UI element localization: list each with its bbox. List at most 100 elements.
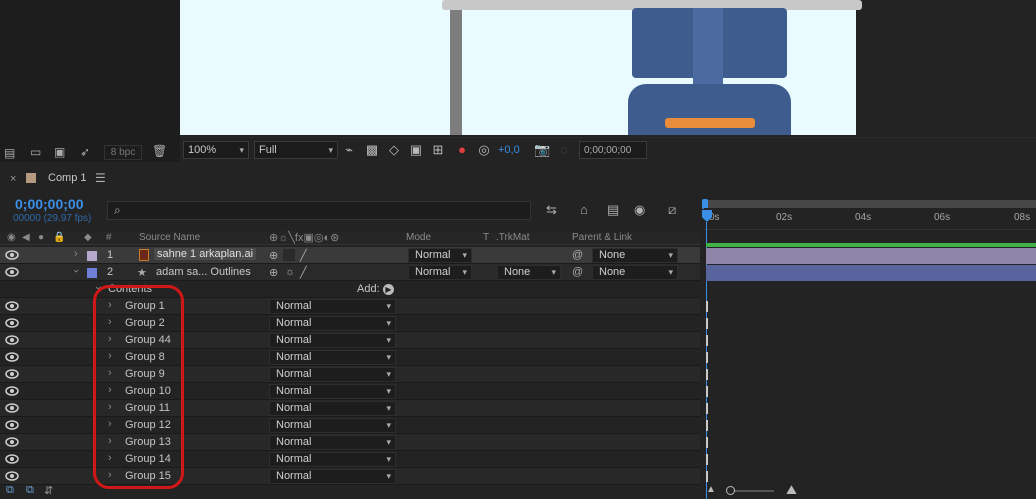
in-out-toggle-icon[interactable]: ⇵ bbox=[44, 484, 53, 497]
layer-1-duration-bar[interactable] bbox=[706, 248, 1036, 264]
zoom-dropdown[interactable]: 100% ▾ bbox=[183, 141, 249, 159]
render-queue-icon[interactable]: ➶ bbox=[80, 145, 90, 159]
eye-icon[interactable] bbox=[5, 250, 19, 260]
lock-switch-icon[interactable]: 🔒 bbox=[53, 232, 65, 243]
in-point-marker[interactable] bbox=[706, 420, 708, 431]
group-blend-mode-dropdown[interactable]: Normal ▾ bbox=[269, 452, 396, 467]
shy-layers-icon[interactable]: ⌂ bbox=[580, 202, 588, 217]
new-folder-icon[interactable]: ▭ bbox=[30, 145, 41, 159]
add-play-icon[interactable]: ▶ bbox=[383, 284, 394, 295]
group-blend-mode-dropdown[interactable]: Normal ▾ bbox=[269, 435, 396, 450]
bpc-button[interactable]: 8 bpc bbox=[104, 145, 142, 160]
transfer-controls-toggle-icon[interactable]: ⧉ bbox=[26, 484, 34, 497]
in-point-marker[interactable] bbox=[706, 335, 708, 346]
continuous-raster-icon[interactable]: ☼ bbox=[285, 266, 295, 278]
current-time-display[interactable]: 0;00;00;00 bbox=[579, 141, 647, 159]
zoom-in-icon[interactable]: ⛰ bbox=[786, 482, 797, 498]
header-source-name[interactable]: Source Name bbox=[139, 232, 200, 243]
group-blend-mode-dropdown[interactable]: Normal ▾ bbox=[269, 384, 396, 399]
layer-2-duration-bar[interactable] bbox=[706, 265, 1036, 281]
show-snapshot-icon[interactable]: ◌ bbox=[556, 142, 572, 158]
graph-editor-icon[interactable]: ⧄ bbox=[668, 202, 676, 218]
fast-preview-icon[interactable]: ⌁ bbox=[341, 142, 357, 158]
group-blend-mode-dropdown[interactable]: Normal ▾ bbox=[269, 316, 396, 331]
collapse-switch-icon[interactable]: ⊕ bbox=[269, 249, 278, 262]
in-point-marker[interactable] bbox=[706, 471, 708, 482]
mask-path-icon[interactable]: ◇ bbox=[386, 142, 402, 158]
tab-comp-1[interactable]: Comp 1 bbox=[48, 172, 87, 184]
layer-name[interactable]: adam sa... Outlines bbox=[156, 266, 251, 278]
eye-icon[interactable] bbox=[5, 335, 19, 345]
parent-dropdown[interactable]: None ▾ bbox=[592, 265, 678, 280]
in-point-marker[interactable] bbox=[706, 386, 708, 397]
in-point-marker[interactable] bbox=[706, 318, 708, 329]
layer-row-2[interactable]: › 2 ★ adam sa... Outlines ⊕ ☼ ╱ Normal ▾ … bbox=[0, 264, 700, 281]
layer-name[interactable]: sahne 1 arkaplan.ai bbox=[154, 248, 257, 260]
group-blend-mode-dropdown[interactable]: Normal ▾ bbox=[269, 350, 396, 365]
collapse-switch-icon[interactable]: ⊕ bbox=[269, 266, 278, 279]
eye-icon[interactable] bbox=[5, 403, 19, 413]
blend-mode-dropdown[interactable]: Normal ▾ bbox=[408, 265, 472, 280]
eye-icon[interactable] bbox=[5, 318, 19, 328]
in-point-marker[interactable] bbox=[706, 454, 708, 465]
eye-icon[interactable] bbox=[5, 352, 19, 362]
chevron-down-icon[interactable]: › bbox=[70, 269, 82, 273]
resolution-dropdown[interactable]: Full ▾ bbox=[254, 141, 338, 159]
eye-icon[interactable] bbox=[5, 454, 19, 464]
label-color-swatch[interactable] bbox=[87, 268, 97, 278]
eye-icon[interactable] bbox=[5, 420, 19, 430]
work-area-bar[interactable] bbox=[704, 200, 1036, 208]
solo-switch-icon[interactable]: ● bbox=[38, 232, 44, 243]
label-color-swatch[interactable] bbox=[87, 251, 97, 261]
eye-icon[interactable] bbox=[5, 471, 19, 481]
close-icon[interactable]: × bbox=[10, 173, 16, 185]
zoom-slider-handle[interactable] bbox=[726, 486, 735, 495]
group-blend-mode-dropdown[interactable]: Normal ▾ bbox=[269, 333, 396, 348]
video-switch-icon[interactable]: ◉ bbox=[7, 232, 16, 243]
transparency-grid-icon[interactable]: ▩ bbox=[364, 142, 380, 158]
interpret-footage-icon[interactable]: ▤ bbox=[4, 146, 15, 160]
eye-icon[interactable] bbox=[5, 301, 19, 311]
in-point-marker[interactable] bbox=[706, 369, 708, 380]
group-blend-mode-dropdown[interactable]: Normal ▾ bbox=[269, 418, 396, 433]
new-composition-icon[interactable]: ▣ bbox=[54, 145, 65, 159]
exposure-reset-icon[interactable]: ◎ bbox=[476, 142, 492, 158]
group-blend-mode-dropdown[interactable]: Normal ▾ bbox=[269, 469, 396, 484]
in-point-marker[interactable] bbox=[706, 301, 708, 312]
current-time[interactable]: 0;00;00;00 bbox=[15, 196, 84, 212]
eye-icon[interactable] bbox=[5, 386, 19, 396]
exposure-value[interactable]: +0,0 bbox=[498, 144, 520, 156]
frame-blending-icon[interactable]: ▤ bbox=[607, 202, 619, 218]
search-input[interactable]: ⌕ bbox=[107, 201, 531, 220]
eye-icon[interactable] bbox=[5, 369, 19, 379]
group-blend-mode-dropdown[interactable]: Normal ▾ bbox=[269, 401, 396, 416]
region-of-interest-icon[interactable]: ▣ bbox=[408, 142, 424, 158]
layer-row-1[interactable]: › 1 sahne 1 arkaplan.ai ⊕ ╱ Normal ▾ @ No… bbox=[0, 247, 700, 264]
parent-dropdown[interactable]: None ▾ bbox=[592, 248, 678, 263]
grid-guides-icon[interactable]: ⊞ bbox=[430, 142, 446, 158]
eye-icon[interactable] bbox=[5, 437, 19, 447]
in-point-marker[interactable] bbox=[706, 437, 708, 448]
in-point-marker[interactable] bbox=[706, 403, 708, 414]
audio-switch-icon[interactable]: ◀ bbox=[22, 232, 30, 243]
eye-icon[interactable] bbox=[5, 267, 19, 277]
label-tag-icon[interactable]: ◆ bbox=[84, 232, 92, 243]
pick-whip-icon[interactable]: @ bbox=[572, 249, 583, 261]
quality-switch[interactable] bbox=[283, 249, 295, 261]
zoom-out-icon[interactable]: ▲ bbox=[706, 484, 716, 495]
group-blend-mode-dropdown[interactable]: Normal ▾ bbox=[269, 367, 396, 382]
layer-switches-icon[interactable]: ⊕☼╲fx▣◎◐⊛ bbox=[269, 231, 339, 244]
motion-blur-icon[interactable]: ◉ bbox=[634, 202, 645, 218]
trash-icon[interactable]: 🗑 bbox=[152, 144, 167, 158]
group-blend-mode-dropdown[interactable]: Normal ▾ bbox=[269, 299, 396, 314]
composition-mini-flowchart-icon[interactable]: ⇆ bbox=[546, 202, 557, 218]
snapshot-icon[interactable]: 📷 bbox=[534, 142, 550, 158]
layer-switches-toggle-icon[interactable]: ⧉ bbox=[6, 484, 14, 497]
quality-slash-icon[interactable]: ╱ bbox=[300, 249, 307, 262]
color-channels-icon[interactable]: ● bbox=[454, 142, 470, 158]
chevron-right-icon[interactable]: › bbox=[74, 248, 78, 260]
in-point-marker[interactable] bbox=[706, 352, 708, 363]
time-ruler[interactable]: 0s 02s 04s 06s 08s bbox=[704, 208, 1036, 230]
quality-slash-icon[interactable]: ╱ bbox=[300, 266, 307, 279]
pick-whip-icon[interactable]: @ bbox=[572, 266, 583, 278]
